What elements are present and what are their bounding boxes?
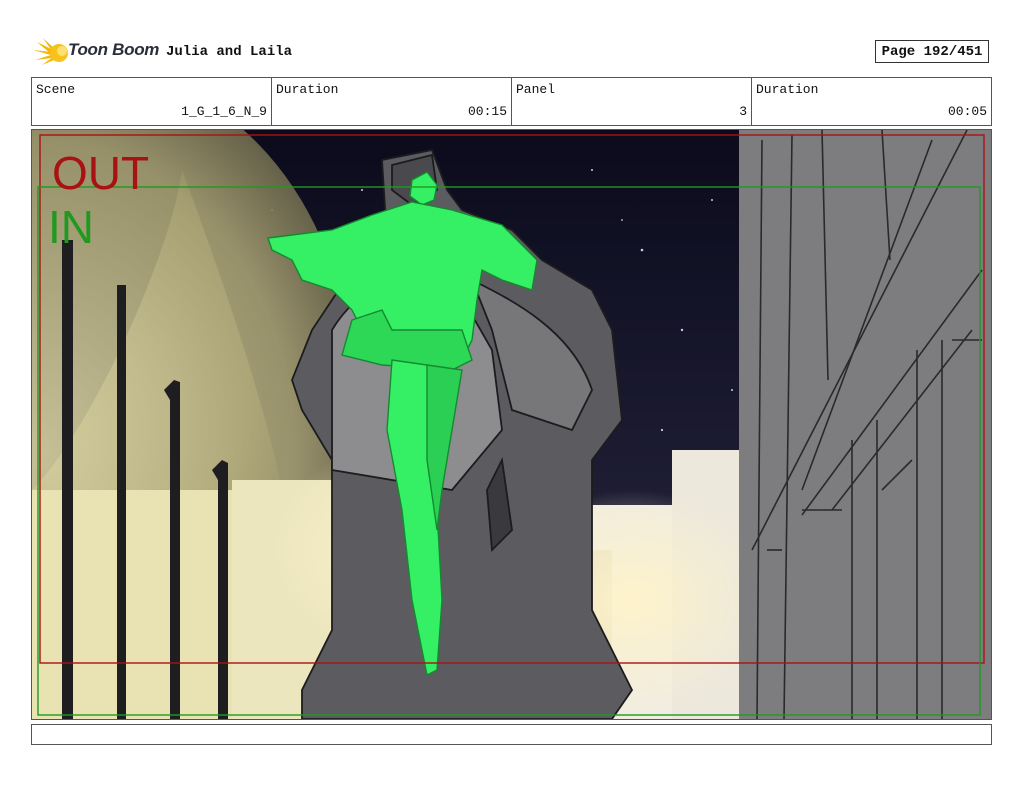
panel-artwork [32, 130, 991, 719]
skyscraper [739, 130, 991, 719]
scene-duration-value: 00:15 [467, 104, 507, 119]
storyboard-panel[interactable]: OUT IN [31, 129, 992, 720]
scene-duration-cell: Duration 00:15 [272, 78, 512, 125]
panel-value: 3 [739, 104, 747, 119]
out-label: OUT [52, 147, 150, 199]
panel-duration-label: Duration [756, 82, 819, 97]
panel-duration-cell: Duration 00:05 [752, 78, 991, 125]
panel-cell: Panel 3 [512, 78, 752, 125]
panel-duration-value: 00:05 [947, 104, 987, 119]
in-label: IN [48, 201, 94, 253]
page-number-label: Page 192/451 [881, 43, 983, 60]
scene-info-row: Scene 1_G_1_6_N_9 Duration 00:15 Panel 3… [31, 77, 992, 126]
scene-value: 1_G_1_6_N_9 [181, 104, 267, 119]
scene-label: Scene [36, 82, 76, 97]
project-title: Julia and Laila [166, 44, 293, 60]
panel-label: Panel [516, 82, 556, 97]
page-number: Page 192/451 [875, 40, 989, 63]
logo-text: Toon Boom [68, 40, 160, 59]
sun-burst-icon [33, 38, 68, 65]
scene-cell: Scene 1_G_1_6_N_9 [32, 78, 272, 125]
panel-notes-box[interactable] [31, 724, 992, 745]
scene-duration-label: Duration [276, 82, 339, 97]
